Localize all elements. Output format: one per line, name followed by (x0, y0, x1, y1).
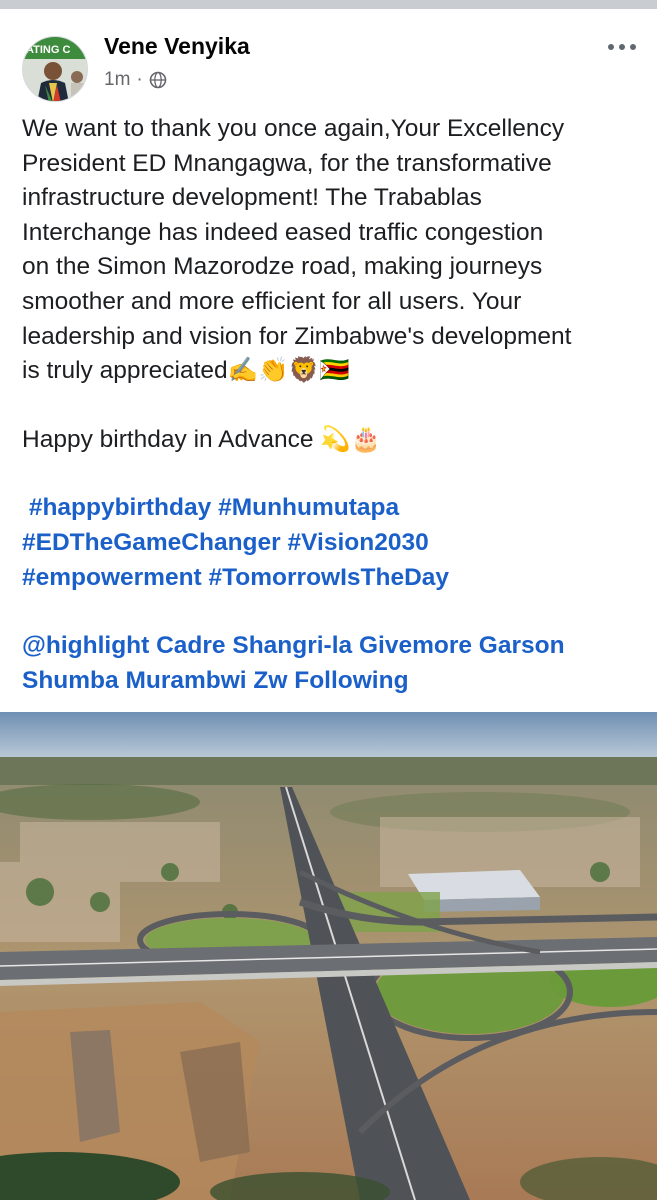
more-options-button[interactable] (602, 35, 642, 59)
hashtag-line: #EDTheGameChanger #Vision2030 (22, 526, 647, 561)
meta-separator: · (136, 69, 143, 90)
hashtag-link[interactable]: #empowerment (22, 564, 202, 591)
globe-icon (149, 71, 167, 89)
mention-link[interactable]: Shumba Murambwi Zw Following (22, 667, 409, 694)
post-text-line: infrastructure development! The Trababla… (22, 184, 482, 212)
hashtag-line: #happybirthday #Munhumutapa (22, 491, 647, 526)
hashtag-link[interactable]: #EDTheGameChanger (22, 529, 281, 556)
post-time[interactable]: 1m (104, 69, 130, 91)
hashtag-link[interactable]: #happybirthday (29, 494, 211, 521)
post-text-line: Interchange has indeed eased traffic con… (22, 218, 544, 246)
hashtag-link[interactable]: #Munhumutapa (218, 494, 399, 521)
more-dot (608, 44, 614, 50)
post-text-line: leadership and vision for Zimbabwe's dev… (22, 322, 572, 350)
avatar[interactable]: ATING C (22, 36, 88, 102)
avatar-banner-text: ATING C (26, 44, 70, 56)
more-dot (619, 44, 625, 50)
status-strip (0, 0, 657, 9)
hashtag-link[interactable]: #TomorrowIsTheDay (209, 564, 450, 591)
mention-link[interactable]: @highlight Cadre Shangri-la Givemore Gar… (22, 632, 565, 659)
post-header: ATING C Vene Venyika 1m · (0, 9, 657, 109)
post-text-line: We want to thank you once again,Your Exc… (22, 115, 565, 142)
mention-line: @highlight Cadre Shangri-la Givemore Gar… (22, 629, 647, 664)
author-name[interactable]: Vene Venyika (104, 33, 250, 60)
post-text-line: is truly appreciated✍️👏🦁🇿🇼 (22, 357, 350, 385)
hashtag-line: #empowerment #TomorrowIsTheDay (22, 561, 647, 596)
interchange-aerial-photo (0, 712, 657, 1200)
hashtag-link[interactable]: #Vision2030 (288, 529, 429, 556)
post-body: We want to thank you once again,Your Exc… (22, 112, 647, 698)
mention-line: Shumba Murambwi Zw Following (22, 664, 647, 699)
birthday-line: Happy birthday in Advance 💫🎂 (22, 425, 382, 453)
avatar-photo: ATING C (23, 37, 87, 101)
post-text-line: on the Simon Mazorodze road, making jour… (22, 253, 543, 281)
post-photo[interactable] (0, 712, 657, 1200)
post-text-line: smoother and more efficient for all user… (22, 287, 522, 315)
more-dot (630, 44, 636, 50)
post-text-line: President ED Mnangagwa, for the transfor… (22, 149, 552, 177)
post-meta: 1m · (104, 69, 167, 91)
